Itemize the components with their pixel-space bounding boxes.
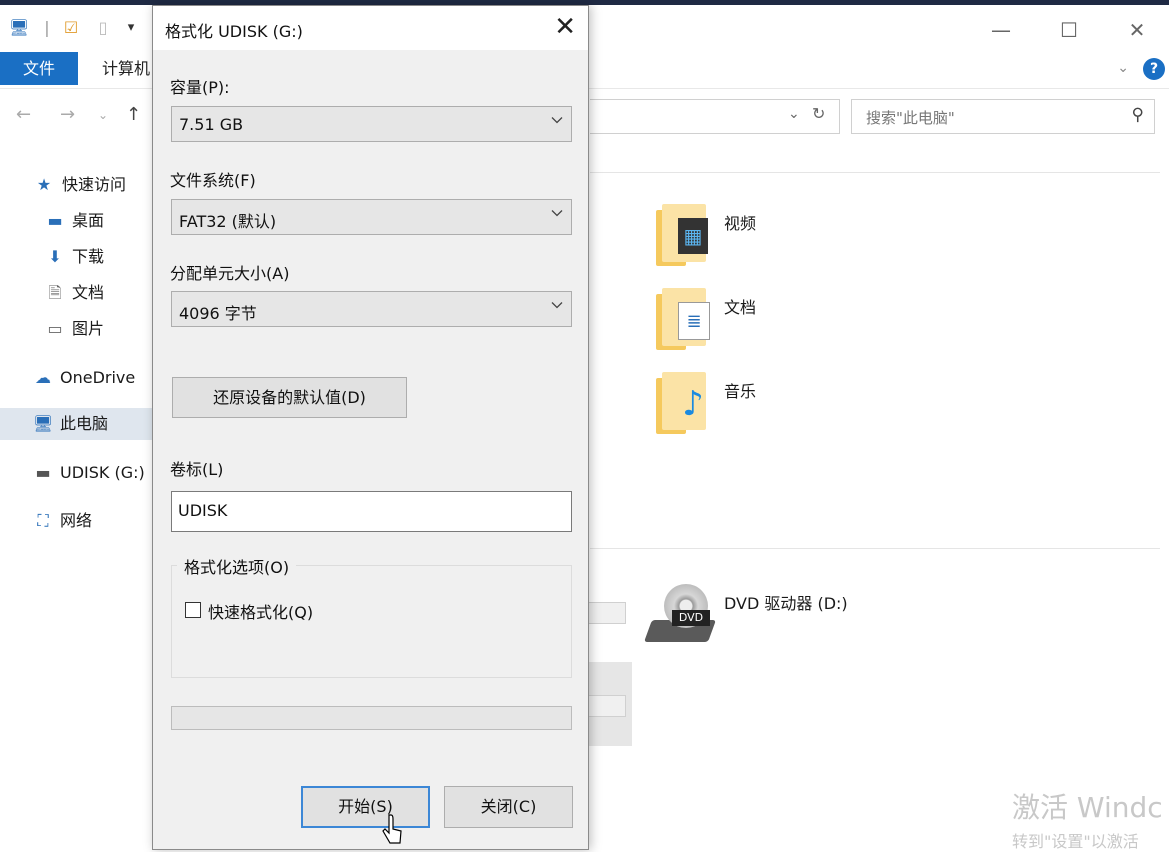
nav-item-desktop[interactable]: ▬ 桌面 <box>0 205 152 237</box>
activation-watermark-title: 激活 Windc <box>1012 791 1163 824</box>
recent-chevron-icon[interactable]: ⌄ <box>98 108 108 122</box>
nav-label: 下载 <box>72 247 105 266</box>
properties-icon[interactable]: ☑ <box>60 17 82 39</box>
file-tab[interactable]: 文件 <box>0 52 78 85</box>
nav-label: 此电脑 <box>60 414 109 433</box>
nav-item-pictures[interactable]: ▭ 图片 <box>0 313 152 345</box>
nav-label: 图片 <box>72 319 105 338</box>
filesystem-select[interactable]: FAT32 (默认) <box>171 199 572 235</box>
picture-icon: ▭ <box>47 319 63 338</box>
minimize-icon[interactable]: — <box>978 15 1024 45</box>
maximize-icon[interactable]: ☐ <box>1046 15 1092 45</box>
volume-label-value: UDISK <box>178 501 228 520</box>
star-icon: ★ <box>36 175 52 194</box>
device-label-dvd[interactable]: DVD 驱动器 (D:) <box>724 590 848 614</box>
filesystem-label: 文件系统(F) <box>170 171 256 190</box>
nav-label: OneDrive <box>60 368 136 387</box>
nav-item-network[interactable]: ⛶ 网络 <box>0 505 152 537</box>
search-icon: ⚲ <box>1131 105 1144 125</box>
up-icon[interactable]: ↑ <box>126 104 141 125</box>
drive-usage-bar <box>588 602 626 624</box>
close-button[interactable]: 关闭(C) <box>444 786 573 828</box>
format-options-legend: 格式化选项(O) <box>177 554 297 578</box>
help-icon[interactable]: ? <box>1143 58 1165 80</box>
separator-icon: | <box>44 18 50 37</box>
cloud-icon: ☁ <box>35 368 51 387</box>
allocation-value: 4096 字节 <box>179 304 257 323</box>
start-button[interactable]: 开始(S) <box>301 786 430 828</box>
nav-item-downloads[interactable]: ⬇ 下载 <box>0 241 152 273</box>
chevron-down-icon <box>551 210 563 217</box>
address-bar[interactable] <box>590 99 840 134</box>
computer-icon[interactable]: 🖥 <box>8 17 30 39</box>
allocation-label: 分配单元大小(A) <box>170 264 290 283</box>
refresh-icon[interactable]: ↻ <box>812 104 825 123</box>
format-dialog: 格式化 UDISK (G:) ✕ 容量(P): 7.51 GB 文件系统(F) … <box>152 5 589 850</box>
address-dropdown-icon[interactable]: ⌄ <box>788 106 800 122</box>
download-icon: ⬇ <box>48 247 62 266</box>
folder-label-documents[interactable]: 文档 <box>724 294 756 318</box>
nav-label: 快速访问 <box>62 175 127 194</box>
mouse-cursor-icon <box>382 814 402 844</box>
network-icon: ⛶ <box>37 511 49 530</box>
folder-label-videos[interactable]: 视频 <box>724 210 756 234</box>
desktop-icon: ▬ <box>47 211 63 230</box>
dialog-title: 格式化 UDISK (G:) <box>165 22 303 41</box>
ribbon-expand-icon[interactable]: ⌄ <box>1117 60 1129 76</box>
dvd-badge: DVD <box>672 610 710 626</box>
activation-watermark-subtitle: 转到"设置"以激活 <box>1012 832 1139 851</box>
search-input[interactable]: 搜索"此电脑" ⚲ <box>851 99 1155 134</box>
close-icon[interactable]: ✕ <box>1114 15 1160 45</box>
search-placeholder: 搜索"此电脑" <box>866 109 955 127</box>
quick-access-chevron-icon[interactable]: ▾ <box>120 17 142 39</box>
dialog-titlebar: 格式化 UDISK (G:) ✕ <box>153 6 588 50</box>
nav-label: 桌面 <box>72 211 105 230</box>
restore-defaults-button[interactable]: 还原设备的默认值(D) <box>172 377 407 418</box>
quick-format-label[interactable]: 快速格式化(Q) <box>208 599 313 623</box>
volume-label-label: 卷标(L) <box>170 460 224 479</box>
nav-label: UDISK (G:) <box>60 463 145 482</box>
filesystem-value: FAT32 (默认) <box>179 212 277 231</box>
format-progress-bar <box>171 706 572 730</box>
allocation-select[interactable]: 4096 字节 <box>171 291 572 327</box>
header-divider <box>590 172 1160 173</box>
nav-item-udisk[interactable]: ▬ UDISK (G:) <box>0 457 152 489</box>
nav-item-quick-access[interactable]: ★ 快速访问 <box>0 169 152 201</box>
capacity-value: 7.51 GB <box>179 115 244 134</box>
computer-tab[interactable]: 计算机 <box>102 52 150 85</box>
document-icon: 🗎 <box>48 283 62 302</box>
drive-usage-bar <box>588 695 626 717</box>
close-icon[interactable]: ✕ <box>554 12 576 42</box>
documents-folder-icon[interactable]: ≣ <box>656 288 712 350</box>
volume-label-input[interactable]: UDISK <box>171 491 572 532</box>
capacity-select[interactable]: 7.51 GB <box>171 106 572 142</box>
capacity-label: 容量(P): <box>170 78 230 97</box>
section-divider <box>590 548 1160 549</box>
nav-item-this-pc[interactable]: 🖥 此电脑 <box>0 408 152 440</box>
usb-drive-icon: ▬ <box>35 463 51 482</box>
video-folder-icon[interactable]: ▦ <box>656 204 712 266</box>
new-folder-icon[interactable]: ▯ <box>92 17 114 39</box>
forward-icon[interactable]: → <box>60 104 75 125</box>
chevron-down-icon <box>551 117 563 124</box>
chevron-down-icon <box>551 302 563 309</box>
folder-label-music[interactable]: 音乐 <box>724 378 756 402</box>
quick-format-checkbox[interactable] <box>185 602 201 618</box>
dvd-drive-icon[interactable]: DVD <box>643 584 717 644</box>
computer-icon: 🖥 <box>32 414 54 433</box>
nav-label: 网络 <box>60 511 93 530</box>
back-icon[interactable]: ← <box>16 104 31 125</box>
nav-label: 文档 <box>72 283 105 302</box>
nav-item-onedrive[interactable]: ☁ OneDrive <box>0 362 152 394</box>
nav-item-documents[interactable]: 🗎 文档 <box>0 277 152 309</box>
music-folder-icon[interactable]: ♪ <box>656 372 712 434</box>
